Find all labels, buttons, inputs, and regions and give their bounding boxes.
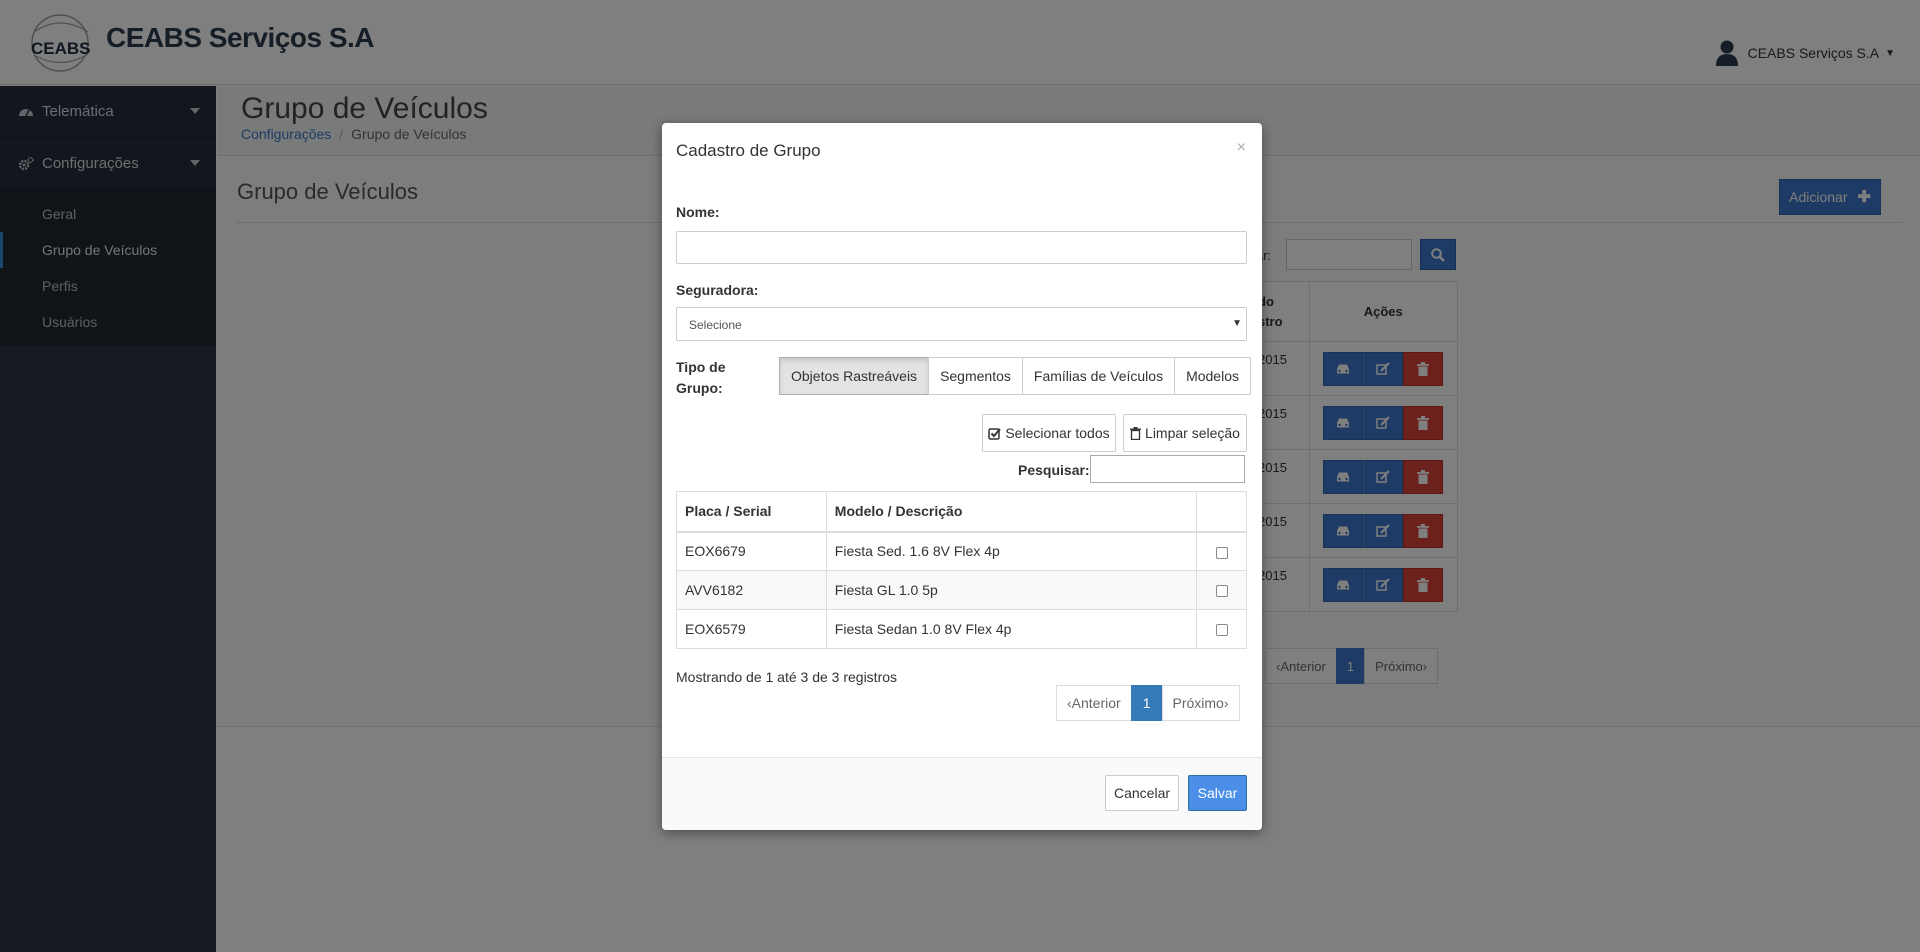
group-type-toggle: Objetos Rastreáveis Segmentos Famílias d… <box>779 357 1251 395</box>
close-icon[interactable]: × <box>1237 139 1246 157</box>
group-registration-modal: Cadastro de Grupo × Nome: Seguradora: Se… <box>662 123 1262 830</box>
model-cell: Fiesta GL 1.0 5p <box>825 570 1198 610</box>
plate-cell: EOX6579 <box>676 609 827 649</box>
pagination-prev[interactable]: ‹Anterior <box>1056 685 1132 721</box>
table-info: Mostrando de 1 até 3 de 3 registros <box>676 669 898 685</box>
pagination-next[interactable]: Próximo› <box>1161 685 1240 721</box>
trackable-objects-table: Placa / Serial Modelo / Descrição EOX667… <box>676 491 1247 649</box>
search-label: Pesquisar: <box>1018 462 1090 478</box>
search-input[interactable] <box>1090 455 1245 483</box>
modal-header: Cadastro de Grupo × <box>662 123 1262 179</box>
name-input[interactable] <box>676 231 1247 264</box>
plate-cell: AVV6182 <box>676 570 827 610</box>
chevron-right-icon: › <box>1223 695 1229 711</box>
caret-down-icon: ▼ <box>1232 318 1242 329</box>
plate-cell: EOX6679 <box>676 531 827 571</box>
group-type-trackable-objects[interactable]: Objetos Rastreáveis <box>779 357 930 395</box>
group-type-label: Tipo de Grupo: <box>676 359 726 396</box>
table-row: EOX6579 Fiesta Sedan 1.0 8V Flex 4p <box>676 609 1247 649</box>
check-square-icon <box>988 427 1002 440</box>
table-header-plate[interactable]: Placa / Serial <box>676 491 827 533</box>
table-header-select <box>1196 491 1247 533</box>
pagination-page-current[interactable]: 1 <box>1130 685 1163 721</box>
group-type-models[interactable]: Modelos <box>1174 357 1251 395</box>
group-type-segments[interactable]: Segmentos <box>928 357 1023 395</box>
row-checkbox[interactable] <box>1215 624 1228 637</box>
table-row: AVV6182 Fiesta GL 1.0 5p <box>676 570 1247 610</box>
pagination: ‹Anterior 1 Próximo› <box>1056 685 1240 721</box>
row-checkbox[interactable] <box>1215 546 1228 559</box>
row-checkbox[interactable] <box>1215 585 1228 598</box>
table-header-model[interactable]: Modelo / Descrição <box>825 491 1198 533</box>
name-label: Nome: <box>676 204 720 220</box>
trash-icon <box>1130 426 1142 440</box>
table-row: EOX6679 Fiesta Sed. 1.6 8V Flex 4p <box>676 531 1247 571</box>
model-cell: Fiesta Sed. 1.6 8V Flex 4p <box>825 531 1198 571</box>
insurer-select[interactable]: Selecione ▼ <box>676 307 1247 341</box>
cancel-button[interactable]: Cancelar <box>1105 775 1179 811</box>
modal-title: Cadastro de Grupo <box>676 141 821 160</box>
insurer-select-value: Selecione <box>689 318 742 332</box>
select-all-button[interactable]: Selecionar todos <box>982 414 1116 452</box>
save-button[interactable]: Salvar <box>1188 775 1247 811</box>
group-type-vehicle-families[interactable]: Famílias de Veículos <box>1021 357 1176 395</box>
model-cell: Fiesta Sedan 1.0 8V Flex 4p <box>825 609 1198 649</box>
modal-footer: Cancelar Salvar <box>662 757 1262 830</box>
select-all-label: Selecionar todos <box>1005 425 1110 441</box>
clear-selection-button[interactable]: Limpar seleção <box>1123 414 1247 452</box>
insurer-label: Seguradora: <box>676 282 759 298</box>
clear-selection-label: Limpar seleção <box>1145 425 1240 441</box>
